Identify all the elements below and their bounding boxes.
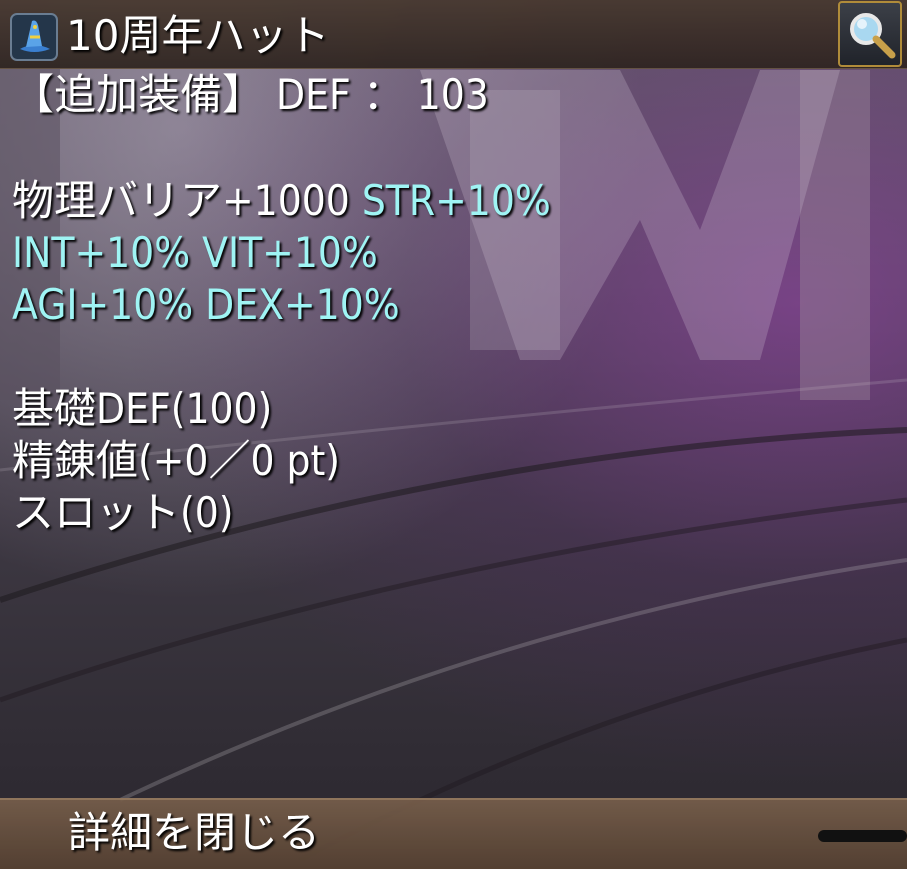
physical-barrier-text: 物理バリア+1000 <box>12 176 362 225</box>
zoom-button[interactable] <box>838 1 902 67</box>
close-detail-button[interactable]: 詳細を閉じる <box>68 804 320 862</box>
effects-line-3: AGI+10% DEX+10% <box>12 280 400 329</box>
item-header: 10周年ハット <box>0 0 907 69</box>
scroll-handle[interactable] <box>818 830 907 842</box>
effects-line-2: INT+10% VIT+10% <box>12 228 378 277</box>
magnifier-icon <box>850 13 896 59</box>
str-bonus-text: STR+10% <box>361 176 551 225</box>
base-def-line: 基礎DEF(100) <box>12 384 273 433</box>
wizard-hat-icon <box>10 13 58 61</box>
item-name: 10周年ハット <box>66 11 330 60</box>
close-detail-bar[interactable]: 詳細を閉じる <box>0 798 907 869</box>
effects-line-1: 物理バリア+1000 STR+10% <box>12 174 551 228</box>
slot-line: スロット(0) <box>12 488 234 537</box>
additional-equip-line: 【追加装備】 DEF ： 103 <box>12 70 489 119</box>
refine-line: 精錬値(+0／0 pt) <box>12 436 341 485</box>
